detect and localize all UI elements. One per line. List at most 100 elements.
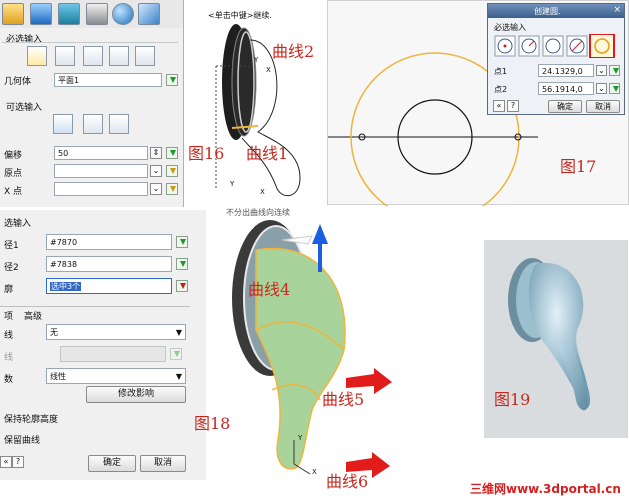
row1-dropdown-icon: ▼ [175, 328, 182, 337]
row2-pick-icon-disabled [170, 348, 182, 360]
keep-profile-height-checkbox[interactable]: 保持轮廓高度 [4, 412, 58, 425]
point1-label: 点1 [494, 67, 508, 76]
glasses-icon[interactable] [86, 3, 108, 25]
option-datum-icon[interactable] [27, 46, 47, 66]
curve5-label: 曲线5 [322, 390, 365, 409]
dialog-titlebar: 创建圆. × [488, 4, 624, 18]
circle-center-radius-icon [494, 35, 516, 57]
path2-pick-icon[interactable] [176, 258, 188, 270]
curve2-label: 曲线2 [272, 42, 315, 61]
earcup-front [231, 27, 257, 137]
curve4-label: 曲线4 [248, 280, 291, 299]
optional-axis-icon[interactable] [53, 114, 73, 134]
fig16-caption: 图16 [188, 144, 225, 163]
point2-pick-icon[interactable] [609, 83, 620, 94]
geometry-label: 几何体 [4, 77, 32, 87]
curve1-label: 曲线1 [246, 144, 289, 163]
plane-icon[interactable] [30, 3, 52, 25]
optional-frame-icon[interactable] [109, 114, 129, 134]
fig16-panel: 必选输入 几何体 平面1 可选输入 偏移 50 ⇕ 原点 ⌄ X 点 ⌄ [0, 0, 184, 207]
point1-field[interactable]: 24.1329,0 [538, 64, 594, 77]
profile-label: 廓 [4, 285, 14, 295]
path1-field[interactable]: #7870 [46, 234, 172, 250]
offset-pick-icon[interactable] [166, 147, 178, 159]
fig18-viewport[interactable]: 不分出曲线向连续 Y X 曲线4 曲线5 曲线6 [212, 208, 474, 491]
panel-help-icon[interactable]: ? [12, 456, 24, 468]
axis-x-upper: X [266, 66, 271, 74]
dialog-title: 创建圆. [534, 7, 561, 16]
fig19-viewport: 图19 [484, 240, 628, 438]
curve6-label: 曲线6 [326, 472, 369, 491]
tab-options[interactable]: 项 [4, 309, 13, 322]
path2-field[interactable]: #7838 [46, 256, 172, 272]
x-point-label: X 点 [4, 187, 23, 197]
dialog-ok-button[interactable]: 确定 [548, 100, 582, 113]
origin-field[interactable] [54, 164, 148, 178]
origin-dropdown-icon[interactable]: ⌄ [150, 165, 162, 177]
option-grid-icon[interactable] [55, 46, 75, 66]
tab-strip [0, 306, 190, 307]
sphere-icon[interactable] [112, 3, 134, 25]
point1-dropdown-icon[interactable]: ⌄ [596, 65, 607, 76]
offset-spinner-icon[interactable]: ⇕ [150, 147, 162, 159]
panel-ok-button[interactable]: 确定 [88, 455, 136, 472]
dialog-close-icon[interactable]: × [613, 5, 621, 15]
origin-pick-icon[interactable] [166, 165, 178, 177]
row3-dropdown-icon: ▼ [175, 372, 182, 381]
axis-x [293, 463, 311, 475]
x-point-field[interactable] [54, 182, 148, 196]
row2-label: 线 [4, 353, 14, 363]
dialog-collapse-icon[interactable]: « [493, 100, 505, 112]
dialog-help-icon[interactable]: ? [507, 100, 519, 112]
point2-label: 点2 [494, 85, 508, 94]
panel-cancel-button[interactable]: 取消 [140, 455, 186, 472]
section-optional: 可选输入 [6, 103, 43, 113]
cube-icon[interactable] [138, 3, 160, 25]
option-frame-icon[interactable] [135, 46, 155, 66]
tab-advanced[interactable]: 高级 [24, 309, 42, 322]
path2-label: 径2 [4, 263, 19, 273]
optional-vector-icon[interactable] [83, 114, 103, 134]
layers-icon[interactable] [58, 3, 80, 25]
axis-x-lower: X [260, 188, 265, 196]
modify-influence-button[interactable]: 修改影响 [86, 386, 186, 403]
point2-field[interactable]: 56.1914,0 [538, 82, 594, 95]
watermark: 三维网www.3dportal.cn [470, 482, 621, 496]
x-point-pick-icon[interactable] [166, 183, 178, 195]
star-datum-icon[interactable] [2, 3, 24, 25]
axis-y-upper: Y [254, 56, 259, 64]
row3-select[interactable]: 线性 ▼ [46, 368, 186, 384]
row3-value: 线性 [50, 372, 66, 381]
geometry-field[interactable]: 平面1 [54, 73, 162, 87]
toolbar [0, 0, 183, 28]
fig19-caption: 图19 [494, 390, 531, 409]
circle-three-point-icon [542, 35, 564, 57]
keep-curves-checkbox[interactable]: 保留曲线 [4, 433, 40, 446]
row3-label: 数 [4, 375, 14, 385]
circle-mode-icons[interactable] [494, 34, 624, 58]
fig16-viewport[interactable]: <单击中键>继续. Y X Y X 曲线2 曲线1 [184, 0, 322, 207]
circle-two-point-icon [589, 34, 615, 58]
axis-y-lower: Y [230, 180, 235, 188]
fig18-caption: 图18 [194, 414, 231, 433]
section-required: 必选输入 [6, 35, 43, 45]
x-point-dropdown-icon[interactable]: ⌄ [150, 183, 162, 195]
profile-field[interactable]: 选中3个 [46, 278, 172, 294]
section-divider [2, 42, 178, 43]
option-axis-icon[interactable] [83, 46, 103, 66]
geometry-pick-icon[interactable] [166, 74, 178, 86]
point1-pick-icon[interactable] [609, 65, 620, 76]
panel-collapse-icon[interactable]: « [0, 456, 12, 468]
dialog-cancel-button[interactable]: 取消 [586, 100, 620, 113]
circle-diameter-icon [566, 35, 588, 57]
path1-pick-icon[interactable] [176, 236, 188, 248]
offset-field[interactable]: 50 [54, 146, 148, 160]
row1-select[interactable]: 无 ▼ [46, 324, 186, 340]
profile-pick-icon[interactable] [176, 280, 188, 292]
option-vector-icon[interactable] [109, 46, 129, 66]
fig18-panel: 选输入 径1 #7870 径2 #7838 廓 选中3个 项 高级 线 无 ▼ … [0, 210, 206, 480]
axis-y-label: Y [298, 434, 303, 442]
point2-dropdown-icon[interactable]: ⌄ [596, 83, 607, 94]
origin-label: 原点 [4, 169, 23, 179]
row2-field-disabled [60, 346, 166, 362]
